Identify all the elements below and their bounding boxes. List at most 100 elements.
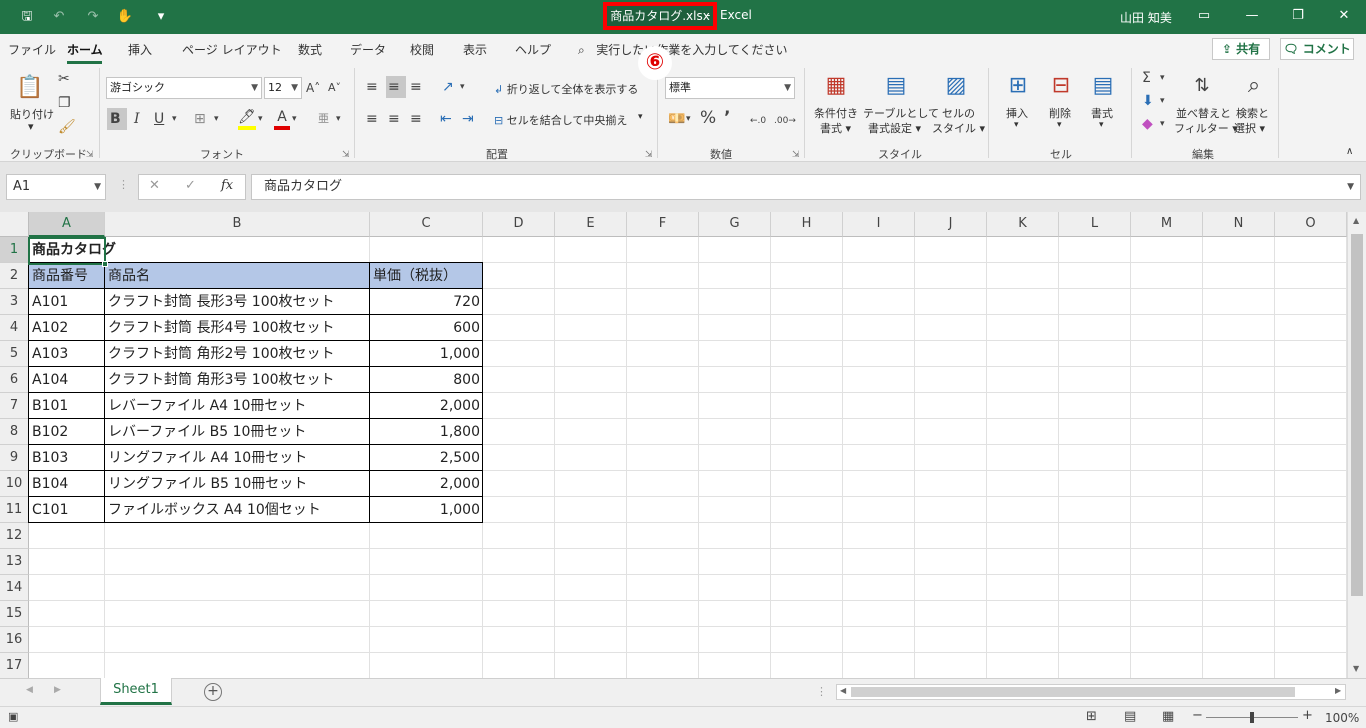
row-header-13[interactable]: 13 (0, 549, 29, 575)
product-name-cell[interactable]: クラフト封筒 長形3号 100枚セット (105, 289, 370, 315)
tab-page-layout[interactable]: ページ レイアウト (182, 41, 282, 58)
wrap-text-button[interactable]: ↲ 折り返して全体を表示する (494, 81, 638, 97)
product-code-cell[interactable]: B104 (29, 471, 105, 497)
formula-input[interactable]: 商品カタログ ▼ (251, 174, 1361, 200)
vertical-scrollbar[interactable]: ▲ ▼ (1347, 212, 1366, 678)
minimize-icon[interactable]: — (1240, 5, 1264, 27)
merge-dropdown-icon[interactable]: ▾ (638, 112, 643, 122)
cut-icon[interactable]: ✂ (58, 70, 70, 88)
row-header-8[interactable]: 8 (0, 419, 29, 445)
column-header-m[interactable]: M (1131, 212, 1203, 237)
unit-price-cell[interactable]: 600 (370, 315, 483, 341)
customize-qat-icon[interactable]: ▾ (152, 8, 170, 26)
redo-icon[interactable]: ↷ (84, 8, 102, 26)
column-header-n[interactable]: N (1203, 212, 1275, 237)
column-header-l[interactable]: L (1059, 212, 1131, 237)
number-format-combo[interactable]: 標準 ▼ (665, 77, 795, 99)
number-dialog-launcher-icon[interactable]: ⇲ (792, 150, 800, 160)
column-header-i[interactable]: I (843, 212, 915, 237)
tell-me-search[interactable]: ⌕ 実行したい作業を入力してください (578, 41, 787, 58)
row-header-15[interactable]: 15 (0, 601, 29, 627)
percent-style-icon[interactable]: % (700, 109, 716, 127)
macro-record-icon[interactable]: ▣ (8, 710, 18, 723)
phonetic-guide-icon[interactable]: 亜 (318, 110, 329, 128)
insert-cells-label[interactable]: 挿入 (1006, 105, 1028, 121)
unit-price-cell[interactable]: 1,000 (370, 497, 483, 523)
collapse-ribbon-icon[interactable]: ∧ (1346, 146, 1353, 157)
accounting-dropdown-icon[interactable]: ▾ (686, 110, 691, 128)
orientation-dropdown-icon[interactable]: ▾ (460, 78, 465, 96)
unit-price-cell[interactable]: 1,000 (370, 341, 483, 367)
product-code-cell[interactable]: B102 (29, 419, 105, 445)
orientation-icon[interactable]: ↗ (442, 78, 454, 96)
row-header-7[interactable]: 7 (0, 393, 29, 419)
decrease-font-icon[interactable]: A˅ (328, 79, 341, 97)
row-header-3[interactable]: 3 (0, 289, 29, 315)
column-header-f[interactable]: F (627, 212, 699, 237)
insert-cells-icon[interactable]: ⊞ (1002, 70, 1034, 102)
delete-cells-icon[interactable]: ⊟ (1045, 70, 1077, 102)
find-select-label-1[interactable]: 検索と (1236, 105, 1269, 121)
fill-dropdown-icon[interactable]: ▾ (1160, 92, 1165, 110)
tab-file[interactable]: ファイル (8, 41, 56, 58)
sort-filter-label-1[interactable]: 並べ替えと (1176, 105, 1231, 121)
align-middle-icon[interactable]: ≡ (388, 78, 400, 96)
zoom-out-icon[interactable]: − (1192, 708, 1203, 723)
fill-icon[interactable]: ⬇ (1142, 92, 1154, 110)
vertical-scroll-thumb[interactable] (1351, 234, 1363, 596)
format-as-table-label-1[interactable]: テーブルとして (863, 105, 939, 121)
increase-indent-icon[interactable]: ⇥ (462, 110, 474, 128)
next-sheet-icon[interactable]: ▶ (54, 685, 61, 695)
sort-filter-icon[interactable]: ⇅ (1186, 70, 1218, 102)
column-header-j[interactable]: J (915, 212, 987, 237)
align-bottom-icon[interactable]: ≡ (410, 78, 422, 96)
cell-styles-icon[interactable]: ▨ (940, 70, 972, 102)
table-header-cell[interactable]: 商品名 (105, 263, 370, 289)
product-code-cell[interactable]: A104 (29, 367, 105, 393)
horizontal-scrollbar[interactable]: ◀ ▶ (836, 684, 1346, 700)
borders-icon[interactable]: ⊞ (194, 110, 206, 128)
format-dropdown-icon[interactable]: ▾ (1099, 120, 1104, 130)
format-cells-icon[interactable]: ▤ (1087, 70, 1119, 102)
find-select-label-2[interactable]: 選択 ▾ (1234, 120, 1265, 136)
formula-bar-grip-icon[interactable]: ⋮ (118, 178, 129, 191)
page-layout-view-icon[interactable]: ▤ (1124, 709, 1136, 724)
alignment-dialog-launcher-icon[interactable]: ⇲ (645, 150, 653, 160)
unit-price-cell[interactable]: 800 (370, 367, 483, 393)
font-name-combo[interactable]: 游ゴシック ▼ (106, 77, 262, 99)
product-name-cell[interactable]: ファイルボックス A4 10個セット (105, 497, 370, 523)
insert-function-icon[interactable]: fx (221, 178, 233, 193)
font-color-dropdown-icon[interactable]: ▾ (292, 110, 297, 128)
cancel-entry-icon[interactable]: ✕ (149, 178, 160, 193)
autosum-dropdown-icon[interactable]: ▾ (1160, 69, 1165, 87)
row-header-2[interactable]: 2 (0, 263, 29, 289)
worksheet-grid[interactable]: A B C D E F G H I J K L M N O 1 2 3 4 5 6 7 8 9 10 11 12 13 14 15 16 17… (0, 212, 1366, 679)
ribbon-display-options-icon[interactable]: ▭ (1192, 5, 1216, 27)
sheet-tab-sheet1[interactable]: Sheet1 (100, 678, 172, 705)
fill-color-icon[interactable]: 🖊 (238, 108, 256, 130)
clear-icon[interactable]: ◆ (1142, 115, 1153, 133)
cell-styles-label-1[interactable]: セルの (942, 105, 975, 121)
product-code-cell[interactable]: A103 (29, 341, 105, 367)
row-header-11[interactable]: 11 (0, 497, 29, 523)
fill-handle[interactable] (102, 261, 108, 267)
product-name-cell[interactable]: クラフト封筒 角形2号 100枚セット (105, 341, 370, 367)
product-name-cell[interactable]: クラフト封筒 長形4号 100枚セット (105, 315, 370, 341)
decrease-indent-icon[interactable]: ⇤ (440, 110, 452, 128)
product-name-cell[interactable]: リングファイル B5 10冊セット (105, 471, 370, 497)
autosum-icon[interactable]: Σ (1142, 69, 1151, 87)
comment-button[interactable]: 🗨 コメント (1280, 38, 1354, 60)
unit-price-cell[interactable]: 1,800 (370, 419, 483, 445)
increase-font-icon[interactable]: A˄ (306, 79, 320, 97)
align-right-icon[interactable]: ≡ (410, 110, 422, 128)
select-all-corner[interactable] (0, 212, 29, 237)
row-header-5[interactable]: 5 (0, 341, 29, 367)
table-header-cell[interactable]: 商品番号 (29, 263, 105, 289)
delete-dropdown-icon[interactable]: ▾ (1057, 120, 1062, 130)
product-code-cell[interactable]: B103 (29, 445, 105, 471)
merge-center-button[interactable]: ⊟ セルを結合して中央揃え (494, 112, 627, 128)
save-icon[interactable]: 🖫 (18, 8, 36, 26)
product-code-cell[interactable]: A102 (29, 315, 105, 341)
name-box[interactable]: A1 ▼ (6, 174, 106, 200)
column-header-o[interactable]: O (1275, 212, 1347, 237)
